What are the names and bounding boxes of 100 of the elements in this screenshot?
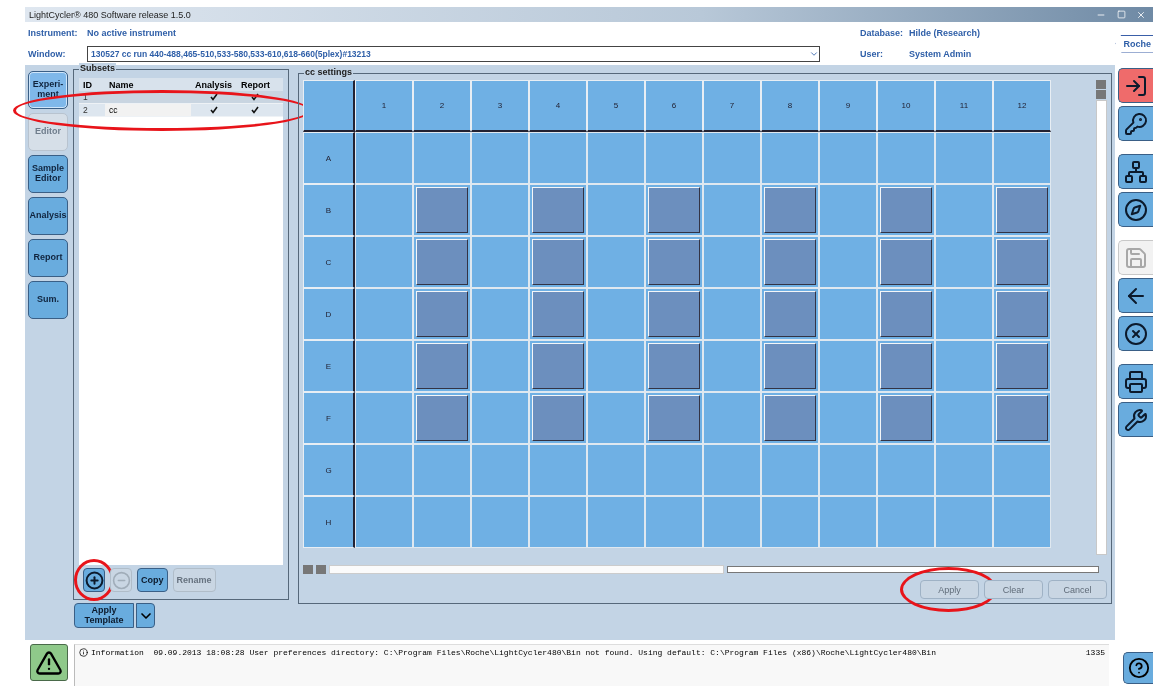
print-button[interactable]: [1118, 364, 1153, 399]
row-header[interactable]: F: [303, 392, 355, 444]
window-dropdown[interactable]: 130527 cc run 440-488,465-510,533-580,533-610,618-660(5plex)#13213: [87, 46, 820, 63]
well[interactable]: [413, 184, 471, 236]
well[interactable]: [645, 184, 703, 236]
log-message: Information 09.09.2013 18:08:28 User preferences directory: C:\Program Files\Roche\LightCycler480\Bin not found. Using default: C:\Program Files (x86)\Roche\LightCycler480\Bin: [91, 648, 937, 657]
well[interactable]: [993, 340, 1051, 392]
column-header[interactable]: 5: [587, 80, 645, 132]
corner-cell: [303, 80, 355, 132]
window-title: LightCycler® 480 Software release 1.5.0: [29, 9, 192, 20]
checkmark-icon[interactable]: [210, 106, 218, 114]
column-header[interactable]: 7: [703, 80, 761, 132]
well[interactable]: [761, 288, 819, 340]
well[interactable]: [529, 392, 587, 444]
network-icon: [1124, 159, 1148, 184]
column-header[interactable]: 10: [877, 80, 935, 132]
column-header: Report: [240, 79, 271, 90]
column-header[interactable]: 11: [935, 80, 993, 132]
vertical-scrollbar[interactable]: [1096, 80, 1107, 555]
column-header[interactable]: 2: [413, 80, 471, 132]
field-label: Window:: [27, 49, 67, 60]
network-button[interactable]: [1118, 154, 1153, 189]
column-header[interactable]: 4: [529, 80, 587, 132]
subset-row[interactable]: 2 cc: [79, 104, 283, 117]
row-header[interactable]: D: [303, 288, 355, 340]
panel-title: Subsets: [79, 63, 116, 73]
well[interactable]: [993, 288, 1051, 340]
compass-icon: [1124, 197, 1148, 222]
well[interactable]: [529, 184, 587, 236]
column-header[interactable]: 9: [819, 80, 877, 132]
well[interactable]: [993, 184, 1051, 236]
well[interactable]: [645, 340, 703, 392]
well[interactable]: [877, 184, 935, 236]
well[interactable]: [877, 392, 935, 444]
save-icon: [1124, 245, 1148, 270]
column-header: ID: [82, 79, 93, 90]
exit-icon: [1124, 73, 1148, 98]
nav-tab[interactable]: Analysis: [28, 197, 68, 235]
compass-button[interactable]: [1118, 192, 1153, 227]
wrench-icon: [1124, 407, 1148, 432]
roche-logo: Roche: [1115, 34, 1153, 53]
arrow-button[interactable]: [1118, 278, 1153, 313]
well[interactable]: [761, 236, 819, 288]
row-header[interactable]: G: [303, 444, 355, 496]
nav-tab[interactable]: Report: [28, 239, 68, 277]
well[interactable]: [877, 288, 935, 340]
row-header[interactable]: B: [303, 184, 355, 236]
column-header[interactable]: 12: [993, 80, 1051, 132]
checkmark-icon[interactable]: [251, 106, 259, 114]
key-button[interactable]: [1118, 106, 1153, 141]
well[interactable]: [645, 392, 703, 444]
template-dropdown-button[interactable]: [136, 603, 155, 628]
well[interactable]: [993, 236, 1051, 288]
minus-icon: [111, 570, 131, 590]
well[interactable]: [529, 236, 587, 288]
column-header[interactable]: 1: [355, 80, 413, 132]
well[interactable]: [529, 340, 587, 392]
cancel-button[interactable]: [1118, 316, 1153, 351]
warning-button[interactable]: [30, 644, 68, 681]
row-header[interactable]: A: [303, 132, 355, 184]
checkmark-icon[interactable]: [210, 93, 218, 101]
apply-template-button[interactable]: Apply Template: [74, 603, 134, 628]
column-header: Analysis: [194, 79, 234, 90]
well[interactable]: [761, 184, 819, 236]
well[interactable]: [877, 236, 935, 288]
column-header[interactable]: 3: [471, 80, 529, 132]
well[interactable]: [761, 392, 819, 444]
key-icon: [1124, 111, 1148, 136]
row-header[interactable]: E: [303, 340, 355, 392]
well[interactable]: [761, 340, 819, 392]
name-cell: cc: [105, 104, 191, 116]
info-icon: [79, 648, 88, 657]
well[interactable]: [645, 236, 703, 288]
help-button[interactable]: [1123, 652, 1153, 684]
well[interactable]: [645, 288, 703, 340]
well[interactable]: [413, 392, 471, 444]
warning-icon: [35, 648, 63, 677]
field-label: User:: [859, 49, 884, 60]
cancel-icon: [1124, 321, 1148, 346]
well[interactable]: [877, 340, 935, 392]
print-icon: [1124, 369, 1148, 394]
nav-tab[interactable]: Sample Editor: [28, 155, 68, 193]
nav-tab[interactable]: Sum.: [28, 281, 68, 319]
add-button[interactable]: [83, 568, 105, 592]
row-header[interactable]: H: [303, 496, 355, 548]
row-header[interactable]: C: [303, 236, 355, 288]
log-count: 1335: [1085, 648, 1105, 657]
exit-button[interactable]: [1118, 68, 1153, 103]
well[interactable]: [413, 236, 471, 288]
well[interactable]: [413, 340, 471, 392]
subset-button[interactable]: Copy: [137, 568, 168, 592]
well[interactable]: [413, 288, 471, 340]
well[interactable]: [993, 392, 1051, 444]
column-header[interactable]: 8: [761, 80, 819, 132]
wrench-button[interactable]: [1118, 402, 1153, 437]
instrument-value: No active instrument: [87, 27, 177, 38]
column-header[interactable]: 6: [645, 80, 703, 132]
help-icon: [1127, 657, 1150, 679]
nav-tab[interactable]: Experi-ment: [28, 71, 68, 109]
well[interactable]: [529, 288, 587, 340]
